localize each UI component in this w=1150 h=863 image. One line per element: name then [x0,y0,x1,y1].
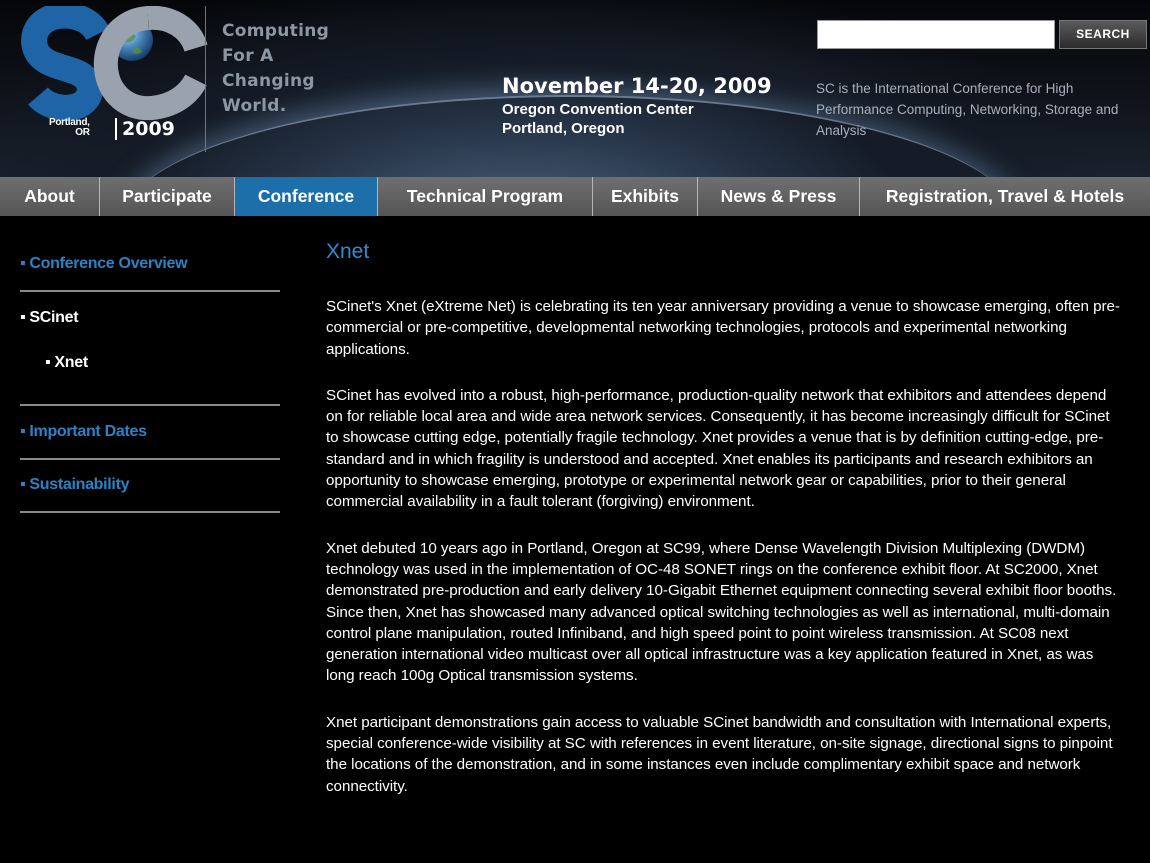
logo-place-line2: OR [75,127,90,138]
search-button[interactable]: SEARCH [1059,20,1147,49]
nav-item-news-press[interactable]: News & Press [698,177,860,216]
search-input[interactable] [817,20,1055,49]
tagline: Computing For A Changing World. [222,19,329,119]
bullet-icon: ▪ [20,309,26,326]
bullet-icon: ▪ [20,476,26,493]
body-paragraph: SCinet has evolved into a robust, high-p… [326,386,1110,511]
sidebar-item-conference-overview[interactable]: ▪ Conference Overview [20,255,188,273]
sidebar-item-label: Important Dates [29,423,147,440]
body-paragraph: SCinet's Xnet (eXtreme Net) is celebrati… [326,298,1120,358]
logo-location: Portland, OR [49,118,90,138]
sidebar-divider [20,511,280,513]
event-city: Portland, Oregon [502,120,625,137]
sidebar-divider [20,290,280,292]
body-paragraph: Xnet participant demonstrations gain acc… [326,713,1113,795]
sc09-logo[interactable]: Portland, OR 2009 [20,6,210,156]
tagline-line: World. [222,96,287,116]
event-dates: November 14-20, 2009 Oregon Convention C… [502,73,772,138]
bullet-icon: ▪ [20,423,26,440]
logo-year: 2009 [115,118,175,140]
nav-item-about[interactable]: About [0,177,100,216]
main-nav: About Participate Conference Technical P… [0,177,1150,216]
nav-item-technical-program[interactable]: Technical Program [378,177,593,216]
sidebar-divider [20,458,280,460]
tagline-line: Computing [222,21,330,41]
sidebar-item-xnet[interactable]: ▪ Xnet [45,354,88,372]
nav-item-conference[interactable]: Conference [235,177,378,216]
bullet-icon: ▪ [20,255,26,272]
site-header: Portland, OR 2009 Computing For A Changi… [0,0,1150,177]
sidebar-item-sustainability[interactable]: ▪ Sustainability [20,476,130,494]
sidebar-item-label: SCinet [29,309,79,326]
event-venue: Oregon Convention Center [502,101,694,118]
sidebar-item-label: Sustainability [29,476,130,493]
sidebar-item-label: Xnet [54,354,88,371]
tagline-line: Changing [222,71,315,91]
sidebar-divider [20,404,280,406]
event-date-range: November 14-20, 2009 [502,74,772,98]
conference-description: SC is the International Conference for H… [816,81,1119,138]
nav-item-exhibits[interactable]: Exhibits [593,177,698,216]
bullet-icon: ▪ [45,354,51,371]
nav-item-participate[interactable]: Participate [100,177,235,216]
header-divider [205,6,206,152]
page-title: Xnet [326,240,370,263]
sidebar-item-label: Conference Overview [29,255,188,272]
sidebar-item-important-dates[interactable]: ▪ Important Dates [20,423,147,441]
sidebar-item-scinet[interactable]: ▪ SCinet [20,309,79,327]
body-paragraph: Xnet debuted 10 years ago in Portland, O… [326,539,1117,685]
nav-item-registration[interactable]: Registration, Travel & Hotels [860,177,1150,216]
main-content: Xnet SCinet's Xnet (eXtreme Net) is cele… [326,240,1126,797]
tagline-line: For A [222,46,274,66]
